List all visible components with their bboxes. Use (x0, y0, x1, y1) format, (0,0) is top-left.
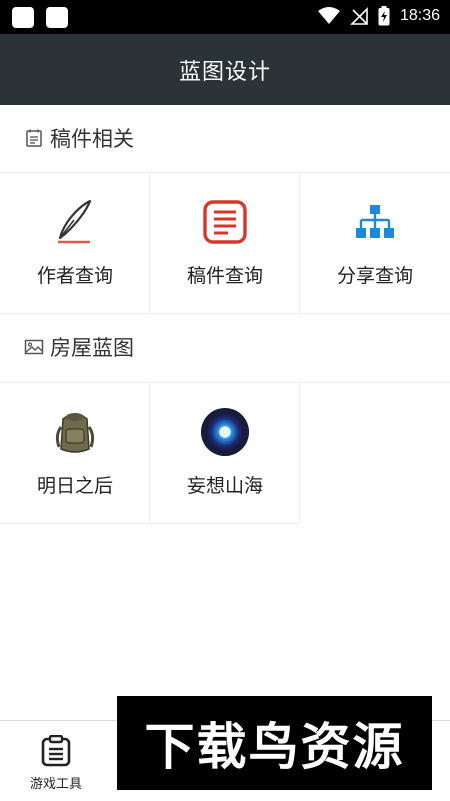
grid-item-label: 作者查询 (36, 265, 113, 287)
section-title: 房屋蓝图 (50, 336, 134, 360)
tab-label: 游戏工具 (29, 777, 82, 792)
section-header-house-blueprints: 房屋蓝图 (0, 314, 450, 380)
tab-game-tools[interactable]: 游戏工具 (0, 721, 112, 801)
watermark-text: 下载鸟资源 (144, 718, 405, 776)
grid-item-label: 明日之后 (36, 475, 113, 497)
sitemap-icon (356, 205, 394, 238)
wifi-icon (317, 7, 340, 24)
divider (149, 173, 150, 313)
clipboard-icon (41, 735, 71, 767)
app-title-bar: 蓝图设计 (0, 34, 450, 105)
grid-item-label: 分享查询 (336, 265, 413, 287)
divider (0, 523, 300, 524)
backpack-icon (55, 413, 95, 453)
grid-item-lifeafter[interactable]: 明日之后 (0, 383, 150, 523)
grid-item-author-query[interactable]: 作者查询 (0, 173, 150, 313)
blue-orb-icon (200, 407, 250, 457)
divider (299, 383, 300, 523)
grid-item-wangxiang-shanhai[interactable]: 妄想山海 (150, 383, 300, 523)
no-signal-icon (350, 7, 368, 25)
grid-item-label: 稿件查询 (186, 265, 263, 287)
notepad-icon (26, 129, 42, 147)
grid-item-share-query[interactable]: 分享查询 (300, 173, 450, 313)
section-header-manuscripts: 稿件相关 (0, 105, 450, 171)
notification-icon (46, 7, 68, 28)
status-time: 18:36 (399, 7, 440, 24)
status-indicators: 18:36 (317, 6, 440, 26)
grid-item-label: 妄想山海 (186, 475, 263, 497)
page-title: 蓝图设计 (178, 59, 271, 85)
pen-icon (58, 199, 92, 244)
section-title: 稿件相关 (50, 127, 134, 151)
notification-icon (12, 7, 34, 28)
battery-charging-icon (378, 6, 390, 26)
status-notification-icons (12, 7, 68, 28)
grid-item-manuscript-query[interactable]: 稿件查询 (150, 173, 300, 313)
watermark-banner: 下载鸟资源 (117, 696, 432, 790)
image-icon (24, 339, 44, 355)
divider (149, 383, 150, 523)
document-icon (203, 200, 247, 244)
status-bar: 18:36 (0, 0, 450, 34)
divider (299, 173, 300, 313)
